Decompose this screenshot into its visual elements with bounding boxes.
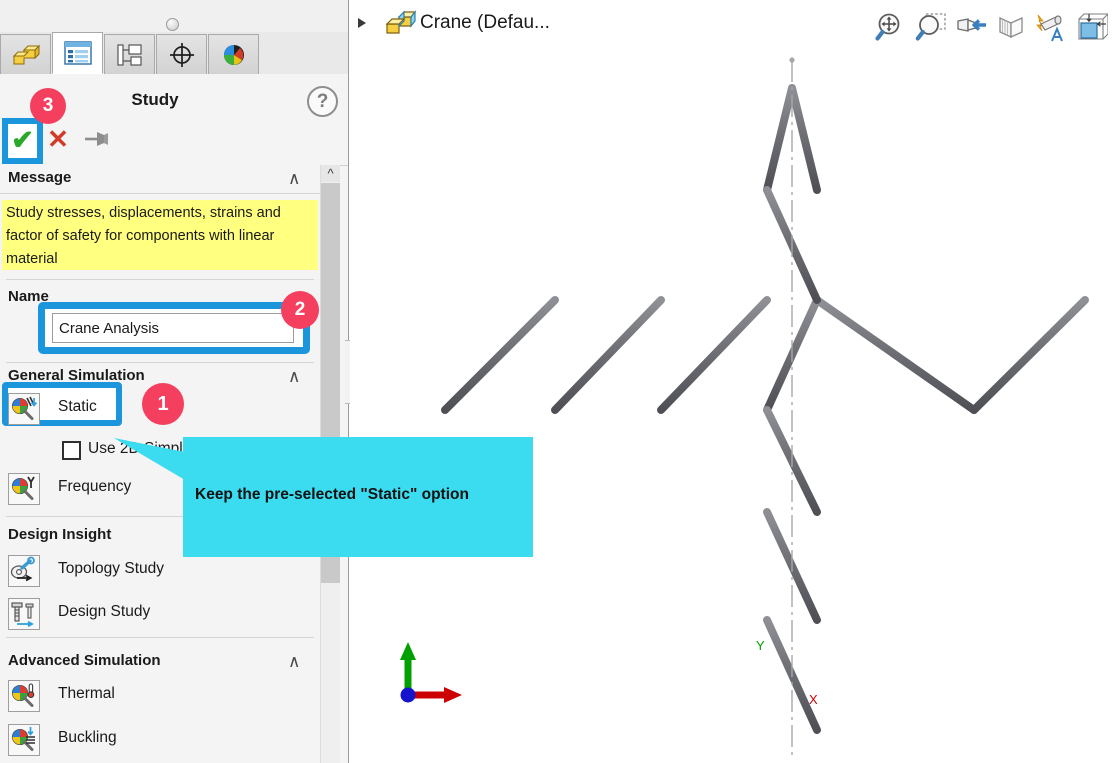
study-label-static: Static bbox=[58, 398, 97, 415]
panel-drag-grip[interactable] bbox=[166, 18, 179, 31]
chevron-up-icon-message[interactable]: ∧ bbox=[288, 169, 308, 188]
cancel-button[interactable]: ✕ bbox=[45, 126, 71, 152]
chevron-up-icon-advanced[interactable]: ∧ bbox=[288, 652, 308, 671]
callout-text: Keep the pre-selected "Static" option bbox=[195, 486, 469, 503]
study-item-design-study[interactable]: Design Study bbox=[0, 590, 320, 637]
centerline-endpoint bbox=[789, 57, 795, 63]
display-manager-icon bbox=[223, 44, 244, 65]
study-item-thermal[interactable]: Thermal bbox=[0, 672, 320, 719]
pin-icon bbox=[85, 132, 108, 146]
frequency-study-icon bbox=[8, 473, 40, 505]
pin-button[interactable] bbox=[82, 128, 110, 150]
step-badge-1: 1 bbox=[142, 383, 184, 425]
scroll-up-button[interactable]: ^ bbox=[321, 165, 340, 182]
section-label-message: Message bbox=[8, 169, 72, 186]
help-icon[interactable]: ? bbox=[307, 86, 338, 117]
configuration-manager-icon bbox=[116, 43, 142, 66]
triad-y-label: Y bbox=[756, 638, 765, 653]
coordinate-triad bbox=[400, 642, 462, 703]
section-label-design-insight: Design Insight bbox=[8, 526, 112, 543]
buckling-study-icon bbox=[8, 724, 40, 756]
step-badge-3: 3 bbox=[30, 88, 66, 124]
triad-x-label: X bbox=[809, 692, 818, 707]
study-item-buckling[interactable]: Buckling bbox=[0, 716, 320, 763]
section-label-advanced-simulation: Advanced Simulation bbox=[8, 652, 161, 669]
use-2d-simplification-checkbox[interactable] bbox=[62, 441, 81, 460]
divider-message bbox=[6, 279, 314, 280]
feature-manager-icon bbox=[12, 44, 40, 64]
dimxpert-icon bbox=[169, 42, 194, 67]
study-label-buckling: Buckling bbox=[58, 729, 117, 746]
design-study-icon bbox=[8, 598, 40, 630]
section-header-message[interactable]: Message ∧ bbox=[0, 165, 320, 194]
tab-configuration-manager[interactable] bbox=[104, 34, 155, 74]
thermal-study-icon bbox=[8, 680, 40, 712]
step-badge-2: 2 bbox=[281, 291, 319, 329]
manager-tab-strip bbox=[0, 32, 348, 75]
study-label-design-study: Design Study bbox=[58, 603, 151, 620]
study-label-thermal: Thermal bbox=[58, 685, 115, 702]
callout-pointer bbox=[114, 438, 185, 480]
static-study-icon bbox=[8, 393, 40, 425]
topology-study-icon bbox=[8, 555, 40, 587]
divider-design-insight bbox=[6, 637, 314, 638]
tab-feature-manager[interactable] bbox=[0, 34, 51, 74]
study-name-input[interactable] bbox=[52, 313, 294, 343]
tab-display-manager[interactable] bbox=[208, 34, 259, 74]
property-manager-icon bbox=[63, 41, 92, 65]
tab-property-manager[interactable] bbox=[52, 32, 103, 74]
message-text: Study stresses, displacements, strains a… bbox=[2, 200, 318, 270]
chevron-up-icon-general[interactable]: ∧ bbox=[288, 367, 308, 386]
ok-button[interactable]: ✔ bbox=[8, 126, 37, 155]
graphics-viewport[interactable]: Crane (Defau... Y X bbox=[350, 0, 1112, 763]
tab-dimxpert-manager[interactable] bbox=[156, 34, 207, 74]
study-label-topology: Topology Study bbox=[58, 560, 164, 577]
